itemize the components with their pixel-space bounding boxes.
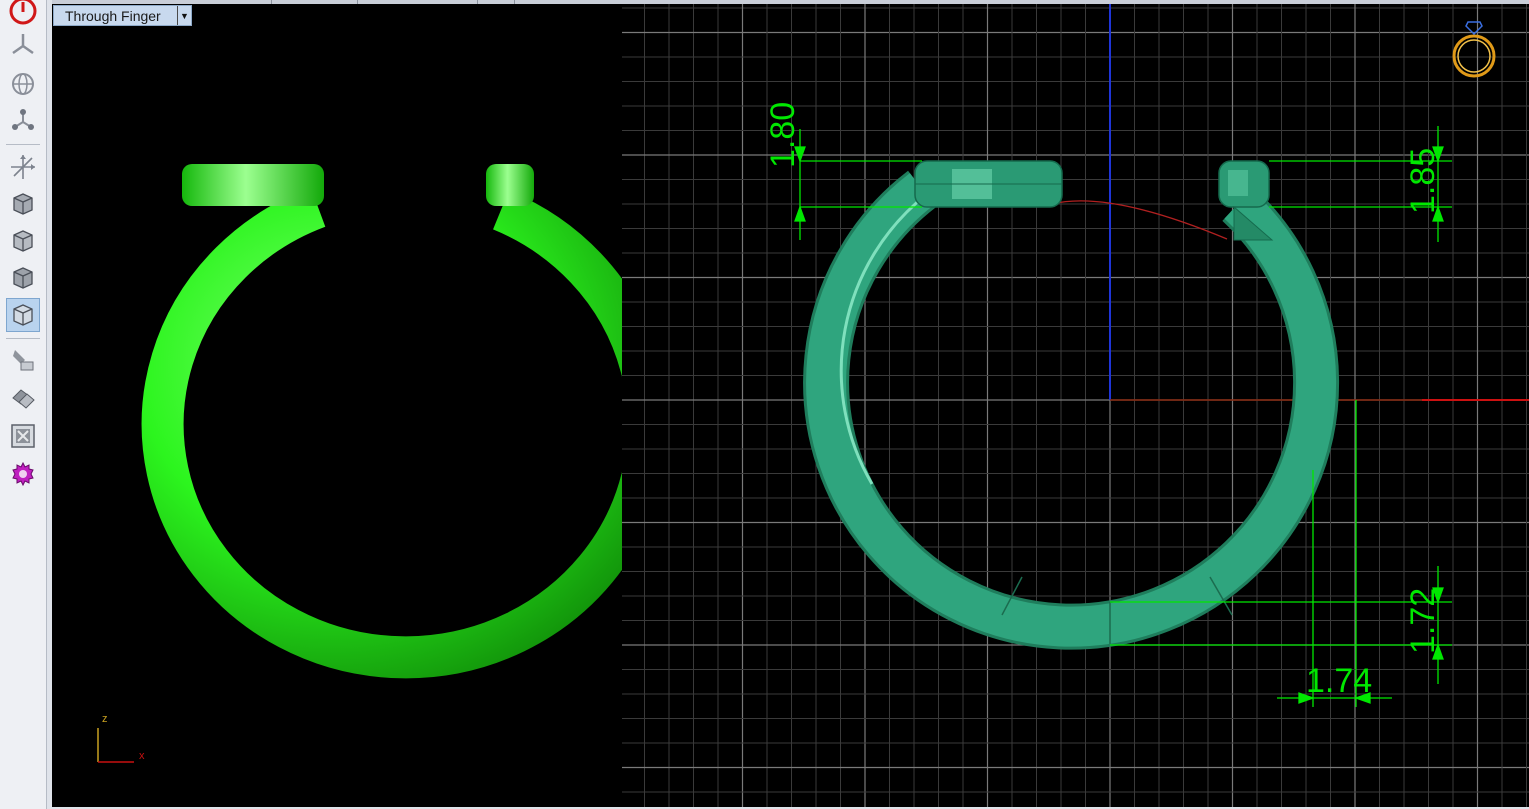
settings-gear-icon[interactable] <box>6 457 40 491</box>
axes-icon[interactable] <box>6 150 40 184</box>
ring-band <box>141 187 622 679</box>
zoom-extents-icon[interactable] <box>6 419 40 453</box>
left-viewport[interactable]: z x <box>52 4 622 807</box>
dimension-label-side: 1.74 <box>1306 662 1373 700</box>
finger-arc <box>1051 200 1228 240</box>
render-layers-icon[interactable] <box>6 381 40 415</box>
ring-band <box>806 173 1337 647</box>
axis-z-label: z <box>102 713 108 725</box>
right-viewport[interactable]: 1.80 1.85 1.72 1.74 <box>622 4 1529 807</box>
nodes-icon[interactable] <box>6 103 40 137</box>
left-toolbar <box>0 0 47 809</box>
cube-view-2-icon[interactable] <box>6 224 40 258</box>
axis-x-label: x <box>139 750 145 762</box>
globe-icon[interactable] <box>6 67 40 101</box>
view-mode-select-value: Through Finger <box>65 7 161 24</box>
dimension-label-top-right: 1.85 <box>1404 147 1442 214</box>
cube-view-4-icon[interactable] <box>6 298 40 332</box>
cube-view-1-icon[interactable] <box>6 187 40 221</box>
dimension-label-bottom: 1.72 <box>1404 587 1442 654</box>
ring-size-icon <box>1452 21 1496 78</box>
render-paint-icon[interactable] <box>6 343 40 377</box>
power-icon[interactable] <box>6 0 40 28</box>
cube-view-3-icon[interactable] <box>6 261 40 295</box>
top-view-icon[interactable] <box>6 28 40 62</box>
grid <box>622 4 1529 807</box>
chevron-down-icon[interactable]: ▼ <box>177 6 191 25</box>
shaded-ring-render <box>141 164 622 679</box>
view-mode-select[interactable]: Through Finger ▼ <box>53 5 192 26</box>
ring-top-right-pad <box>486 164 534 206</box>
axis-triad <box>97 728 134 763</box>
dimension-label-top-left: 1.80 <box>764 101 802 168</box>
ortho-grid-viewport <box>622 4 1529 807</box>
ring-top-left-pad <box>182 164 324 206</box>
